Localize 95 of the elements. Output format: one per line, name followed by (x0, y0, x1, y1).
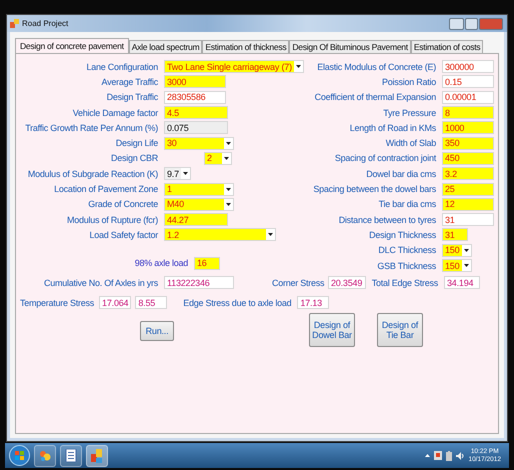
text-field[interactable]: 8 (442, 106, 494, 120)
field-label: Distance between to tyres (338, 214, 437, 225)
dropdown-field[interactable]: 150 (442, 259, 472, 272)
text-field[interactable]: 0.00001 (442, 90, 494, 104)
field-label: Design Life (114, 138, 159, 148)
caret-icon[interactable] (182, 172, 188, 176)
battery-icon[interactable] (446, 450, 452, 460)
dropdown-field[interactable]: 9.7 (164, 167, 191, 180)
field-label: Design Thickness (368, 230, 437, 240)
field-label: Design CBR (110, 153, 159, 164)
field-label: Location of Pavement Zone (53, 184, 159, 194)
field-label: DLC Thickness (377, 245, 437, 256)
taskbar-app-button[interactable] (34, 444, 56, 466)
text-field[interactable]: 12 (442, 198, 494, 211)
text-field[interactable]: 28305586 (164, 90, 226, 104)
field-label: Width of Slab (384, 138, 437, 148)
tab[interactable]: Axle load spectrum (128, 40, 202, 53)
field-label: Modulus of Rupture (fcr) (66, 214, 159, 225)
text-field[interactable]: 34.194 (444, 276, 480, 290)
field-label: Cumulative No. Of Axles in yrs (42, 278, 159, 288)
text-field[interactable]: 16 (194, 256, 220, 270)
caret-icon[interactable] (226, 202, 231, 206)
caret-icon[interactable] (224, 156, 229, 160)
field-label: Spacing of contraction joint (334, 153, 438, 164)
dropdown-field[interactable]: 2 (204, 152, 232, 165)
action-button[interactable]: Design of Dowel Bar (309, 313, 355, 348)
squares-icon (91, 448, 103, 462)
dropdown-field[interactable]: M40 (164, 198, 234, 211)
app-icon (10, 19, 19, 28)
field-label: Tie bar dia cms (378, 199, 437, 210)
text-field[interactable]: 8.55 (135, 296, 168, 310)
caret-icon[interactable] (268, 233, 273, 236)
text-field[interactable]: 44.27 (164, 213, 228, 226)
field-label: Load Safety factor (88, 230, 159, 240)
dropdown-field[interactable]: 30 (164, 136, 234, 150)
taskbar-app-button[interactable] (86, 444, 108, 466)
text-field[interactable]: 17.13 (297, 296, 330, 310)
tab[interactable]: Design of concrete pavement (15, 38, 129, 53)
field-label: Coefficient of thermal Expansion (314, 92, 437, 102)
caret-icon[interactable] (464, 248, 469, 252)
field-label: Corner Stress (272, 278, 326, 288)
field-label: 98% axle load (134, 258, 189, 268)
text-field[interactable]: 20.3549 (328, 276, 366, 290)
taskbar-app-button[interactable] (60, 444, 82, 466)
field-label: Elastic Modulus of Concrete (E) (316, 62, 437, 72)
document-icon (65, 449, 77, 462)
text-field[interactable]: 25 (442, 182, 494, 196)
circles-icon (39, 450, 51, 462)
text-field[interactable]: 31 (442, 228, 468, 242)
maximize-button[interactable] (465, 18, 478, 30)
field-label: Vehicle Damage factor (72, 108, 159, 118)
field-label: Edge Stress due to axle load (182, 298, 292, 308)
text-field[interactable]: 31 (442, 213, 494, 226)
caret-icon[interactable] (464, 264, 469, 267)
text-field[interactable]: 0.075 (164, 121, 228, 134)
text-field[interactable]: 3000 (164, 75, 226, 88)
field-label: Poission Ratio (380, 76, 437, 87)
field-label: Traffic Growth Rate Per Annum (%) (24, 122, 159, 133)
text-field[interactable]: 1000 (442, 121, 494, 134)
field-label: Length of Road in KMs (348, 122, 437, 133)
field-label: Design Traffic (106, 92, 159, 102)
caret-icon[interactable] (226, 188, 231, 191)
dropdown-field[interactable]: 150 (442, 244, 472, 257)
field-label: Dowel bar dia cms (365, 168, 437, 179)
tab[interactable]: Estimation of costs (410, 40, 484, 53)
text-field[interactable]: 300000 (442, 60, 494, 74)
field-label: Temperature Stress (20, 298, 96, 308)
caret-icon[interactable] (296, 65, 301, 68)
start-button[interactable] (9, 445, 30, 466)
caret-icon[interactable] (226, 142, 231, 145)
action-button[interactable]: Run... (140, 321, 174, 342)
dropdown-field[interactable]: Two Lane Single carriageway (7) (164, 60, 304, 74)
window-title: Road Project (22, 19, 68, 28)
speaker-icon[interactable] (456, 452, 464, 460)
tab[interactable]: Estimation of thickness (202, 40, 290, 53)
dropdown-field[interactable]: 1.2 (164, 228, 276, 242)
field-label: Spacing between the dowel bars (312, 184, 437, 194)
field-label: Modulus of Subgrade Reaction (K) (26, 168, 159, 179)
dropdown-field[interactable]: 1 (164, 182, 234, 196)
field-label: Total Edge Stress (370, 278, 439, 288)
field-label: Tyre Pressure (382, 108, 437, 118)
field-label: GSB Thickness (376, 260, 437, 270)
text-field[interactable]: 113222346 (164, 276, 234, 290)
field-label: Average Traffic (100, 76, 159, 87)
text-field[interactable]: 0.15 (442, 75, 494, 88)
action-button[interactable]: Design of Tie Bar (377, 313, 423, 348)
text-field[interactable]: 350 (442, 136, 494, 150)
text-field[interactable]: 4.5 (164, 106, 228, 120)
minimize-button[interactable] (449, 18, 464, 30)
field-label: Grade of Concrete (87, 199, 159, 210)
text-field[interactable]: 17.064 (99, 296, 132, 310)
field-label: Lane Configuration (85, 62, 159, 72)
text-field[interactable]: 3.2 (442, 167, 494, 180)
tab[interactable]: Design Of Bituminous Pavement (289, 40, 411, 53)
text-field[interactable]: 450 (442, 152, 494, 165)
